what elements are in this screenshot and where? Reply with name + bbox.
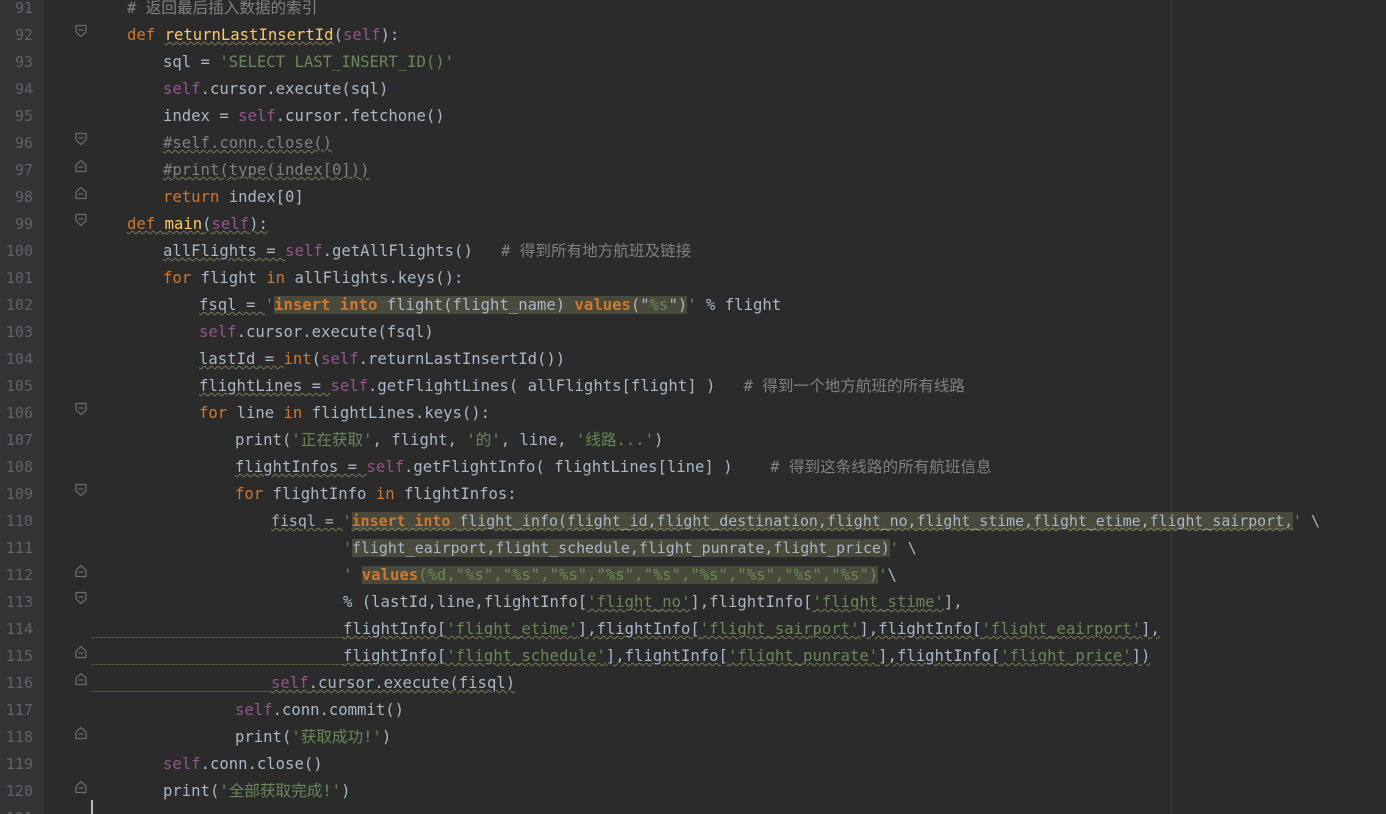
code-text[interactable]: print('正在获取', flight, '的', line, '线路...'… (235, 427, 663, 454)
line-number: 105 (5, 377, 33, 395)
fold-end-marker-icon[interactable] (74, 726, 88, 740)
code-text[interactable]: self.cursor.execute(sql) (163, 76, 388, 103)
code-text[interactable]: #print(type(index[0])) (163, 157, 370, 184)
code-text[interactable]: flightInfos = self.getFlightInfo( flight… (235, 454, 992, 481)
line-number: 98 (14, 188, 33, 206)
code-text[interactable]: sql = 'SELECT LAST_INSERT_ID()' (163, 49, 454, 76)
code-text[interactable]: flightInfo['flight_schedule'],flightInfo… (343, 643, 1150, 670)
line-number: 120 (5, 782, 33, 800)
code-text[interactable]: ' values(%d,"%s","%s","%s","%s","%s","%s… (343, 562, 897, 589)
code-line-117[interactable]: 117 self.conn.commit() (0, 701, 1386, 737)
text-caret (91, 800, 93, 814)
code-text[interactable]: self.conn.close() (163, 751, 323, 778)
code-line-106[interactable]: 106 for line in flightLines.keys(): (0, 402, 1386, 440)
code-text[interactable]: flightInfo['flight_etime'],flightInfo['f… (343, 616, 1160, 643)
code-text[interactable]: fisql = 'insert into flight_info(flight_… (271, 508, 1320, 535)
line-number: 92 (14, 26, 33, 44)
code-text[interactable]: # 返回最后插入数据的索引 (127, 0, 317, 22)
line-number: 108 (5, 458, 33, 476)
code-editor[interactable]: 91 # 返回最后插入数据的索引 92 def returnLastInsert… (0, 0, 1386, 814)
line-number: 115 (5, 647, 33, 665)
code-text[interactable]: lastId = int(self.returnLastInsertId()) (199, 346, 565, 373)
fold-marker-icon[interactable] (74, 483, 88, 497)
line-number: 110 (5, 512, 33, 530)
line-number: 109 (5, 485, 33, 503)
line-number: 94 (14, 80, 33, 98)
line-number: 113 (5, 593, 33, 611)
fold-end-marker-icon[interactable] (74, 672, 88, 686)
line-number: 112 (5, 566, 33, 584)
line-number: 103 (5, 323, 33, 341)
code-text[interactable]: return index[0] (163, 184, 304, 211)
code-text[interactable]: for line in flightLines.keys(): (199, 400, 490, 427)
code-line-108[interactable]: 108 flightInfos = self.getFlightInfo( fl… (0, 458, 1386, 494)
line-number: 91 (14, 0, 33, 17)
line-number: 118 (5, 728, 33, 746)
code-text[interactable]: self.conn.commit() (235, 697, 404, 724)
fold-end-marker-icon[interactable] (74, 780, 88, 794)
code-text[interactable]: def returnLastInsertId(self): (127, 22, 399, 49)
code-line-115[interactable]: 115 flightInfo['flight_schedule'],flight… (0, 645, 1386, 683)
warning-underline (92, 661, 343, 665)
line-number: 96 (14, 134, 33, 152)
fold-marker-icon[interactable] (74, 591, 88, 605)
line-number: 97 (14, 161, 33, 179)
fold-end-marker-icon[interactable] (74, 186, 88, 200)
line-number: 107 (5, 431, 33, 449)
line-number: 99 (14, 215, 33, 233)
code-text[interactable]: 'flight_eairport,flight_schedule,flight_… (343, 535, 917, 562)
code-text[interactable]: flightLines = self.getFlightLines( allFl… (199, 373, 965, 400)
fold-marker-icon[interactable] (74, 402, 88, 416)
code-text[interactable]: % (lastId,line,flightInfo['flight_no'],f… (343, 589, 963, 616)
fold-end-marker-icon[interactable] (74, 645, 88, 659)
code-text[interactable]: self.cursor.execute(fsql) (199, 319, 434, 346)
code-text[interactable]: allFlights = self.getAllFlights() # 得到所有… (163, 238, 691, 265)
line-number: 100 (5, 242, 33, 260)
code-line-116[interactable]: 116 self.cursor.execute(fisql) (0, 672, 1386, 710)
code-text[interactable]: #self.conn.close() (163, 130, 332, 157)
warning-underline (92, 634, 343, 638)
code-text[interactable]: for flight in allFlights.keys(): (163, 265, 463, 292)
line-number: 102 (5, 296, 33, 314)
code-text[interactable]: for flightInfo in flightInfos: (235, 481, 517, 508)
fold-marker-icon[interactable] (74, 213, 88, 227)
line-number: 114 (5, 620, 33, 638)
fold-marker-icon[interactable] (74, 132, 88, 146)
line-number: 101 (5, 269, 33, 287)
code-text[interactable]: print('获取成功!') (235, 724, 391, 751)
code-text[interactable]: index = self.cursor.fetchone() (163, 103, 445, 130)
line-number: 93 (14, 53, 33, 71)
fold-marker-icon[interactable] (74, 24, 88, 38)
code-line-120[interactable]: 120 print('全部获取完成!') (0, 780, 1386, 814)
line-number: 116 (5, 674, 33, 692)
code-text[interactable]: self.cursor.execute(fisql) (271, 670, 515, 697)
line-number: 95 (14, 107, 33, 125)
line-number: 104 (5, 350, 33, 368)
line-number: 111 (5, 539, 33, 557)
code-text[interactable]: def main(self): (127, 211, 268, 238)
line-number: 117 (5, 701, 33, 719)
line-number: 106 (5, 404, 33, 422)
code-text[interactable]: fsql = 'insert into flight(flight_name) … (199, 292, 781, 319)
fold-end-marker-icon[interactable] (74, 159, 88, 173)
warning-underline (92, 688, 271, 692)
line-number: 121 (0, 805, 33, 814)
fold-end-marker-icon[interactable] (74, 564, 88, 578)
line-number: 119 (5, 755, 33, 773)
code-text[interactable]: print('全部获取完成!') (163, 778, 350, 805)
